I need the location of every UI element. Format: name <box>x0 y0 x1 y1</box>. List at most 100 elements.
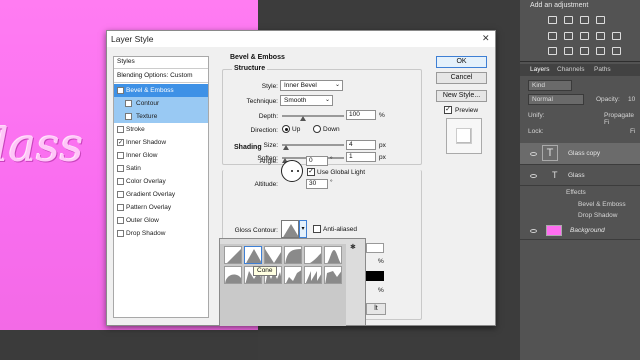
checkbox[interactable] <box>117 204 124 211</box>
checkbox[interactable] <box>125 100 132 107</box>
technique-select[interactable]: Smooth ⌄ <box>280 95 333 106</box>
contour-sawtooth[interactable] <box>304 266 322 284</box>
reset-label: lt <box>374 305 378 312</box>
style-item-color-overlay[interactable]: Color Overlay <box>114 175 208 188</box>
preview-checkbox[interactable]: ✓ <box>444 106 452 114</box>
item-label: Drop Shadow <box>126 230 166 237</box>
black-white-icon[interactable] <box>596 32 605 40</box>
contour-rolling-slope[interactable] <box>284 266 302 284</box>
posterize-icon[interactable] <box>564 47 573 55</box>
gradient-map-icon[interactable] <box>596 47 605 55</box>
kind-filter[interactable]: Kind <box>528 80 572 91</box>
checkbox[interactable] <box>117 126 124 133</box>
layer-row-background[interactable]: Background <box>520 222 640 240</box>
levels-icon[interactable] <box>564 16 573 24</box>
angle-unit: ° <box>330 156 333 163</box>
effect-drop-shadow[interactable]: Drop Shadow <box>578 212 617 219</box>
style-select[interactable]: Inner Bevel ⌄ <box>280 80 343 91</box>
size-input[interactable]: 4 <box>346 140 376 150</box>
size-slider[interactable] <box>282 144 344 146</box>
contour-cove-deep[interactable] <box>284 246 302 264</box>
style-item-outer-glow[interactable]: Outer Glow <box>114 214 208 227</box>
depth-slider-thumb[interactable] <box>300 116 306 121</box>
layer-row-glass[interactable]: T Glass <box>520 166 640 186</box>
vibrance-icon[interactable] <box>548 32 557 40</box>
eye-icon[interactable] <box>530 174 537 178</box>
opacity-value[interactable]: 10 <box>628 96 635 103</box>
checkbox[interactable] <box>117 230 124 237</box>
close-icon[interactable]: ✕ <box>482 33 490 44</box>
shading-title: Shading <box>232 144 264 151</box>
style-item-stroke[interactable]: Stroke <box>114 123 208 136</box>
shadow-color-swatch[interactable] <box>366 271 384 281</box>
checkbox[interactable]: ✓ <box>117 87 124 94</box>
angle-dial[interactable] <box>281 160 303 182</box>
tab-layers[interactable]: Layers <box>530 66 550 73</box>
fill-label: Fi <box>630 128 636 135</box>
selective-color-icon[interactable] <box>612 47 621 55</box>
checkbox[interactable] <box>117 152 124 159</box>
altitude-input[interactable]: 30 <box>306 179 328 189</box>
checkbox[interactable] <box>125 113 132 120</box>
style-item-inner-shadow[interactable]: ✓ Inner Shadow <box>114 136 208 149</box>
contour-linear[interactable] <box>224 246 242 264</box>
gear-icon[interactable]: ✱ <box>350 243 356 251</box>
style-item-bevel-emboss[interactable]: ✓ Bevel & Emboss <box>114 84 208 97</box>
anti-aliased-checkbox[interactable] <box>313 225 321 233</box>
tab-channels[interactable]: Channels <box>557 66 584 73</box>
contour-cone-inverted[interactable] <box>264 246 282 264</box>
style-item-inner-glow[interactable]: Inner Glow <box>114 149 208 162</box>
angle-input[interactable]: 0 <box>306 156 328 166</box>
soften-input[interactable]: 1 <box>346 152 376 162</box>
direction-up-radio[interactable] <box>282 125 290 133</box>
checkbox[interactable] <box>117 191 124 198</box>
layer-row-glass-copy[interactable]: T Glass copy <box>520 143 640 165</box>
styles-header[interactable]: Styles <box>117 58 135 65</box>
gloss-contour-dropdown[interactable]: ▾ <box>299 220 307 238</box>
contour-half-round[interactable] <box>224 266 242 284</box>
checkbox[interactable]: ✓ <box>117 139 124 146</box>
color-balance-icon[interactable] <box>580 32 589 40</box>
blending-options[interactable]: Blending Options: Custom <box>117 72 193 79</box>
style-item-gradient-overlay[interactable]: Gradient Overlay <box>114 188 208 201</box>
eye-icon[interactable] <box>530 152 537 156</box>
contour-gaussian[interactable] <box>324 246 342 264</box>
depth-slider[interactable] <box>282 115 344 117</box>
ok-button[interactable]: OK <box>436 56 487 68</box>
reset-button[interactable]: lt <box>366 303 386 315</box>
invert-icon[interactable] <box>548 47 557 55</box>
layer-name: Background <box>570 227 605 234</box>
brightness-icon[interactable] <box>548 16 557 24</box>
blend-mode-select[interactable]: Normal <box>528 94 584 105</box>
style-item-texture[interactable]: Texture <box>114 110 208 123</box>
photo-filter-icon[interactable] <box>612 32 621 40</box>
contour-cove-shallow[interactable] <box>304 246 322 264</box>
global-light-checkbox[interactable]: ✓ <box>307 168 315 176</box>
style-item-contour[interactable]: Contour <box>114 97 208 110</box>
style-item-satin[interactable]: Satin <box>114 162 208 175</box>
eye-icon[interactable] <box>530 229 537 233</box>
highlight-color-swatch[interactable] <box>366 243 384 253</box>
contour-cove-steep[interactable] <box>324 266 342 284</box>
tab-paths[interactable]: Paths <box>594 66 611 73</box>
effect-bevel-emboss[interactable]: Bevel & Emboss <box>578 201 626 208</box>
hue-saturation-icon[interactable] <box>564 32 573 40</box>
gloss-contour-swatch[interactable] <box>281 220 299 238</box>
size-slider-thumb[interactable] <box>283 145 289 150</box>
curves-icon[interactable] <box>580 16 589 24</box>
contour-cone[interactable] <box>244 246 262 264</box>
style-item-drop-shadow[interactable]: Drop Shadow <box>114 227 208 240</box>
new-style-button[interactable]: New Style... <box>436 90 487 102</box>
exposure-icon[interactable] <box>596 16 605 24</box>
threshold-icon[interactable] <box>580 47 589 55</box>
item-label: Bevel & Emboss <box>126 87 174 94</box>
style-item-pattern-overlay[interactable]: Pattern Overlay <box>114 201 208 214</box>
cancel-button[interactable]: Cancel <box>436 72 487 84</box>
propagate-label[interactable]: Propagate Fi <box>604 112 640 126</box>
depth-input[interactable]: 100 <box>346 110 376 120</box>
direction-down-radio[interactable] <box>313 125 321 133</box>
checkbox[interactable] <box>117 165 124 172</box>
checkbox[interactable] <box>117 178 124 185</box>
checkbox[interactable] <box>117 217 124 224</box>
direction-up-label: Up <box>292 126 301 133</box>
